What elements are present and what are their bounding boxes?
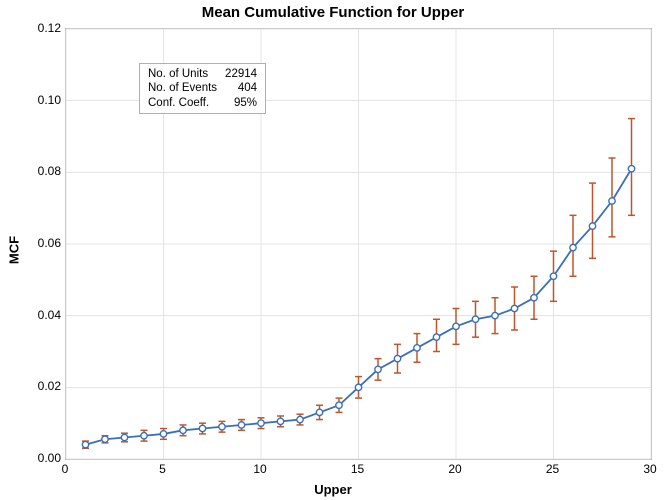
- y-tick-label: 0.04: [11, 308, 61, 322]
- y-tick-label: 0.02: [11, 379, 61, 393]
- info-value: 404: [219, 81, 259, 95]
- info-row-events: No. of Events 404: [146, 81, 259, 95]
- y-tick-label: 0.08: [11, 164, 61, 178]
- mcf-chart: Mean Cumulative Function for Upper MCF U…: [0, 0, 666, 500]
- info-label: No. of Units: [146, 67, 219, 81]
- x-tick-label: 30: [635, 462, 665, 476]
- x-tick-label: 10: [245, 462, 275, 476]
- info-box: No. of Units 22914 No. of Events 404 Con…: [139, 63, 266, 114]
- info-row-conf: Conf. Coeff. 95%: [146, 96, 259, 110]
- x-tick-label: 20: [440, 462, 470, 476]
- x-tick-label: 5: [148, 462, 178, 476]
- info-label: Conf. Coeff.: [146, 96, 219, 110]
- y-tick-label: 0.06: [11, 236, 61, 250]
- chart-title: Mean Cumulative Function for Upper: [0, 4, 666, 21]
- info-row-units: No. of Units 22914: [146, 67, 259, 81]
- x-tick-label: 15: [343, 462, 373, 476]
- info-value: 22914: [219, 67, 259, 81]
- x-tick-label: 0: [50, 462, 80, 476]
- info-value: 95%: [219, 96, 259, 110]
- x-axis-label: Upper: [0, 482, 666, 497]
- x-tick-label: 25: [538, 462, 568, 476]
- info-label: No. of Events: [146, 81, 219, 95]
- plot-area: No. of Units 22914 No. of Events 404 Con…: [65, 28, 652, 460]
- y-tick-label: 0.10: [11, 93, 61, 107]
- y-tick-label: 0.12: [11, 21, 61, 35]
